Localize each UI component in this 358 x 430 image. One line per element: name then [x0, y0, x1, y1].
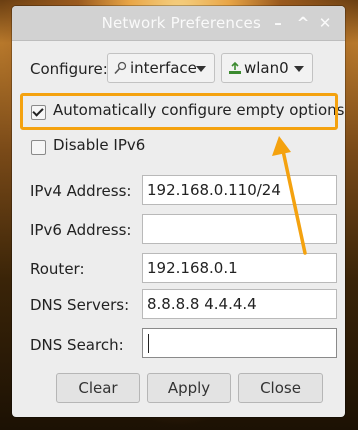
- network-icon: [114, 61, 127, 75]
- configure-type-select[interactable]: interface: [107, 53, 215, 83]
- close-window-button[interactable]: ✕: [314, 12, 336, 34]
- apply-button[interactable]: Apply: [147, 373, 231, 403]
- chevron-down-icon: [294, 66, 304, 72]
- router-label: Router:: [30, 260, 85, 278]
- dns-servers-input[interactable]: 8.8.8.8 4.4.4.4: [142, 289, 337, 319]
- ipv6-address-label: IPv6 Address:: [30, 221, 132, 239]
- wireless-icon: [229, 61, 241, 74]
- dns-servers-label: DNS Servers:: [30, 296, 130, 314]
- ipv4-address-input[interactable]: 192.168.0.110/24: [142, 175, 337, 205]
- clear-button[interactable]: Clear: [56, 373, 140, 403]
- close-button[interactable]: Close: [238, 373, 323, 403]
- configure-interface-select[interactable]: wlan0: [221, 53, 313, 83]
- disable-ipv6-label: Disable IPv6: [53, 136, 146, 154]
- network-preferences-window: Network Preferences – ^ ✕ Configure: int…: [12, 6, 345, 417]
- maximize-button[interactable]: ^: [292, 12, 314, 34]
- dns-search-input[interactable]: [142, 328, 337, 358]
- router-input[interactable]: 192.168.0.1: [142, 253, 337, 283]
- ipv6-address-input[interactable]: [142, 214, 337, 244]
- chevron-down-icon: [196, 66, 206, 72]
- title-bar[interactable]: Network Preferences – ^ ✕: [12, 6, 345, 41]
- highlight-box: [20, 93, 338, 130]
- ipv4-address-label: IPv4 Address:: [30, 182, 132, 200]
- dns-search-label: DNS Search:: [30, 336, 124, 354]
- window-title: Network Preferences: [101, 14, 261, 32]
- configure-interface-value: wlan0: [244, 59, 289, 77]
- text-cursor: [148, 334, 149, 353]
- minimize-button[interactable]: –: [267, 12, 289, 34]
- configure-label: Configure:: [30, 60, 108, 78]
- disable-ipv6-checkbox-row[interactable]: Disable IPv6: [31, 136, 231, 158]
- configure-type-value: interface: [130, 59, 197, 77]
- disable-ipv6-checkbox[interactable]: [31, 140, 46, 155]
